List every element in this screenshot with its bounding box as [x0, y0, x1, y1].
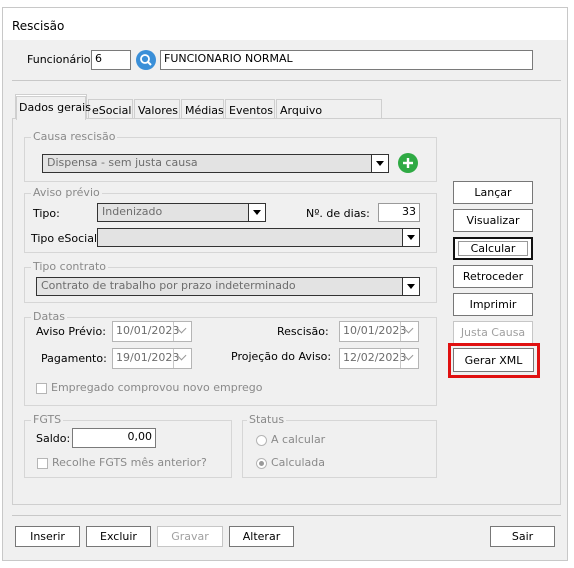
pagamento-date-label: Pagamento: — [41, 352, 107, 365]
fgts-legend: FGTS — [31, 413, 64, 426]
tipo-contrato-legend: Tipo contrato — [31, 260, 109, 273]
tab-valores[interactable]: Valores — [134, 99, 180, 119]
window-title: Rescisão — [12, 19, 65, 33]
aviso-tipo-select[interactable]: Indenizado — [97, 203, 266, 222]
tab-esocial[interactable]: eSocial — [88, 99, 133, 119]
title-bar — [3, 8, 567, 40]
chevron-down-icon[interactable] — [400, 322, 418, 341]
aviso-previo-date[interactable]: 10/01/2023 — [112, 321, 192, 342]
rescisao-date[interactable]: 10/01/2023 — [339, 321, 419, 342]
causa-rescisao-select[interactable]: Dispensa - sem justa causa — [42, 154, 389, 173]
status-legend: Status — [247, 413, 287, 426]
chevron-down-icon[interactable] — [248, 204, 265, 221]
a-calcular-label: A calcular — [271, 433, 326, 446]
inserir-button[interactable]: Inserir — [15, 526, 80, 547]
tipo-contrato-value: Contrato de trabalho por prazo indetermi… — [41, 279, 296, 292]
recolhe-fgts-label: Recolhe FGTS mês anterior? — [52, 456, 207, 469]
visualizar-button[interactable]: Visualizar — [453, 209, 533, 232]
aviso-previo-date-label: Aviso Prévio: — [36, 325, 106, 338]
employee-id-input[interactable]: 6 — [91, 50, 131, 70]
imprimir-button[interactable]: Imprimir — [453, 293, 533, 316]
tab-eventos[interactable]: Eventos — [225, 99, 275, 119]
aviso-esocial-label: Tipo eSocial: — [31, 232, 101, 245]
a-calcular-radio[interactable] — [256, 435, 267, 446]
gerar-xml-button[interactable]: Gerar XML — [453, 348, 534, 372]
search-icon[interactable] — [136, 50, 156, 70]
sair-button[interactable]: Sair — [490, 526, 555, 547]
chevron-down-icon[interactable] — [371, 155, 388, 172]
calculada-label: Calculada — [271, 456, 326, 469]
chevron-down-icon[interactable] — [402, 229, 419, 246]
aviso-tipo-value: Indenizado — [102, 205, 163, 218]
tab-medias[interactable]: Médias — [181, 99, 224, 119]
retroceder-button[interactable]: Retroceder — [453, 265, 533, 288]
gravar-button[interactable]: Gravar — [157, 526, 223, 547]
novo-emprego-label: Empregado comprovou novo emprego — [51, 381, 263, 394]
calculada-radio[interactable] — [256, 458, 267, 469]
datas-legend: Datas — [31, 310, 67, 323]
aviso-dias-input[interactable]: 33 — [378, 203, 420, 222]
aviso-previo-legend: Aviso prévio — [31, 186, 102, 199]
projecao-date-value: 12/02/2023 — [343, 351, 407, 364]
employee-label: Funcionário: — [27, 53, 95, 66]
novo-emprego-checkbox[interactable] — [36, 383, 47, 394]
causa-rescisao-value: Dispensa - sem justa causa — [47, 156, 198, 169]
pagamento-date[interactable]: 19/01/2023 — [112, 348, 192, 369]
divider — [12, 80, 561, 81]
chevron-down-icon[interactable] — [173, 349, 191, 368]
pagamento-date-value: 19/01/2023 — [116, 351, 180, 364]
divider — [12, 515, 561, 516]
status-group — [242, 420, 437, 478]
chevron-down-icon[interactable] — [400, 349, 418, 368]
recolhe-fgts-checkbox[interactable] — [37, 458, 48, 469]
rescisao-date-value: 10/01/2023 — [343, 324, 407, 337]
tab-dados-gerais-label[interactable]: Dados gerais — [19, 101, 91, 114]
calcular-label: Calcular — [457, 241, 529, 256]
employee-name-field: FUNCIONARIO NORMAL — [160, 50, 533, 70]
saldo-label: Saldo: — [36, 432, 71, 445]
aviso-tipo-label: Tipo: — [33, 207, 60, 220]
excluir-button[interactable]: Excluir — [86, 526, 151, 547]
lancar-button[interactable]: Lançar — [453, 181, 533, 204]
calcular-button[interactable]: Calcular — [453, 237, 533, 260]
chevron-down-icon[interactable] — [402, 278, 419, 295]
causa-rescisao-legend: Causa rescisão — [31, 130, 118, 143]
aviso-esocial-select[interactable] — [97, 228, 420, 247]
tab-arquivo-homolognet[interactable]: Arquivo Homolognet — [276, 99, 382, 130]
rescisao-date-label: Rescisão: — [277, 325, 329, 338]
aviso-dias-label: Nº. de dias: — [306, 207, 370, 220]
chevron-down-icon[interactable] — [173, 322, 191, 341]
tipo-contrato-select[interactable]: Contrato de trabalho por prazo indetermi… — [36, 277, 420, 296]
aviso-previo-date-value: 10/01/2023 — [116, 324, 180, 337]
projecao-date-label: Projeção do Aviso: — [231, 350, 332, 363]
alterar-button[interactable]: Alterar — [229, 526, 294, 547]
justa-causa-button[interactable]: Justa Causa — [453, 321, 533, 344]
projecao-date[interactable]: 12/02/2023 — [339, 348, 419, 369]
add-icon[interactable] — [398, 153, 418, 173]
saldo-input[interactable]: 0,00 — [72, 428, 156, 448]
